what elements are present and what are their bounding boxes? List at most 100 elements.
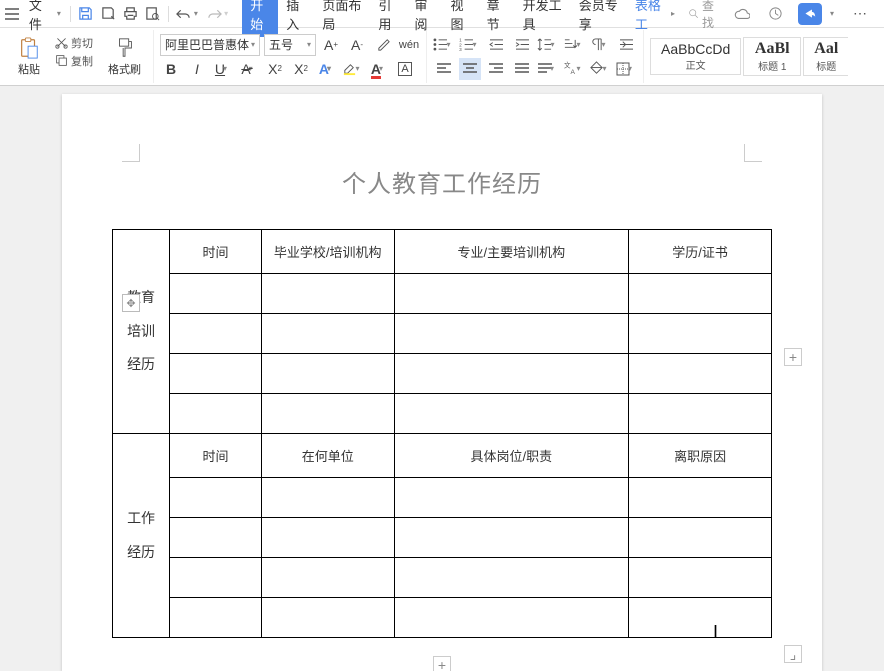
cell[interactable] (170, 518, 262, 558)
phonetic-guide-icon[interactable]: wén (398, 34, 420, 56)
cell[interactable] (629, 354, 772, 394)
align-center-icon[interactable] (459, 58, 481, 80)
cell[interactable] (394, 394, 629, 434)
cell[interactable] (261, 478, 394, 518)
redo-icon[interactable] (204, 2, 224, 26)
cell[interactable] (261, 558, 394, 598)
save-as-icon[interactable] (98, 2, 118, 26)
s2-header[interactable]: 离职原因 (629, 434, 772, 478)
paste-button[interactable]: 粘贴 (12, 35, 46, 79)
s1-header[interactable]: 专业/主要培训机构 (394, 230, 629, 274)
hamburger-icon[interactable] (4, 4, 21, 24)
table-resize-handle[interactable]: ⌟ (784, 645, 802, 663)
cell[interactable] (629, 518, 772, 558)
decrease-indent-icon[interactable] (485, 34, 507, 56)
cell[interactable] (629, 598, 772, 638)
add-row-button[interactable]: + (433, 656, 451, 671)
borders-icon[interactable]: ▾ (615, 58, 637, 80)
cell[interactable] (629, 394, 772, 434)
section1-vhead[interactable]: 教育 培训 经历 (113, 230, 170, 434)
cell[interactable] (394, 354, 629, 394)
numbering-icon[interactable]: 123▾ (459, 34, 481, 56)
cell[interactable] (261, 274, 394, 314)
tabs-icon[interactable] (615, 34, 637, 56)
cell[interactable] (394, 518, 629, 558)
cell[interactable] (394, 598, 629, 638)
save-icon[interactable] (76, 2, 96, 26)
more-icon[interactable]: ⋯ (848, 2, 872, 26)
align-right-icon[interactable] (485, 58, 507, 80)
add-column-button[interactable]: + (784, 348, 802, 366)
resume-table[interactable]: 教育 培训 经历 时间 毕业学校/培训机构 专业/主要培训机构 学历/证书 工作… (112, 229, 772, 638)
s2-header[interactable]: 时间 (170, 434, 262, 478)
font-color-icon[interactable]: A▾ (368, 58, 390, 80)
font-size-select[interactable]: 五号▾ (264, 34, 316, 56)
cut-button[interactable]: 剪切 (52, 35, 96, 51)
s1-header[interactable]: 毕业学校/培训机构 (261, 230, 394, 274)
print-icon[interactable] (120, 2, 140, 26)
character-border-icon[interactable]: A (394, 58, 416, 80)
line-spacing-icon[interactable]: ▾ (537, 34, 559, 56)
style-heading2[interactable]: Aal 标题 (803, 37, 848, 76)
redo-arrow-icon[interactable]: ▾ (224, 9, 232, 18)
section2-vhead[interactable]: 工作 经历 (113, 434, 170, 638)
cell[interactable] (170, 558, 262, 598)
cell[interactable] (170, 478, 262, 518)
shading-icon[interactable]: ▾ (589, 58, 611, 80)
print-preview-icon[interactable] (143, 2, 163, 26)
underline-icon[interactable]: U▾ (212, 58, 234, 80)
font-name-select[interactable]: 阿里巴巴普惠体▾ (160, 34, 260, 56)
superscript-icon[interactable]: X2 (264, 58, 286, 80)
bullets-icon[interactable]: ▾ (433, 34, 455, 56)
s2-header[interactable]: 在何单位 (261, 434, 394, 478)
highlight-icon[interactable]: ▾ (342, 58, 364, 80)
cell[interactable] (261, 354, 394, 394)
file-menu-arrow-icon[interactable]: ▾ (57, 9, 65, 18)
cell[interactable] (629, 314, 772, 354)
tabs-overflow-icon[interactable]: ▸ (671, 9, 679, 18)
document-title[interactable]: 个人教育工作经历 (92, 164, 792, 199)
cell[interactable] (261, 314, 394, 354)
search-input[interactable]: 查找 (683, 0, 728, 31)
s1-header[interactable]: 学历/证书 (629, 230, 772, 274)
align-left-icon[interactable] (433, 58, 455, 80)
increase-indent-icon[interactable] (511, 34, 533, 56)
history-icon[interactable] (764, 2, 788, 26)
share-button[interactable] (798, 3, 822, 25)
style-heading1[interactable]: AaBl 标题 1 (743, 37, 801, 76)
text-direction-icon[interactable]: 文A▾ (563, 58, 585, 80)
document-workspace[interactable]: 个人教育工作经历 ✥ 教育 培训 经历 时间 毕业学校/培训机构 专业/主要培训… (0, 86, 884, 671)
file-menu[interactable]: 文件 (23, 0, 57, 33)
subscript-icon[interactable]: X2 (290, 58, 312, 80)
sort-icon[interactable]: ▾ (563, 34, 585, 56)
strikethrough-icon[interactable]: A▾ (238, 58, 260, 80)
table-move-handle-icon[interactable]: ✥ (122, 294, 140, 312)
undo-icon[interactable] (174, 2, 194, 26)
style-normal[interactable]: AaBbCcDd 正文 (650, 38, 741, 75)
cell[interactable] (394, 314, 629, 354)
cell[interactable] (261, 394, 394, 434)
format-painter-button[interactable]: 格式刷 (102, 35, 147, 79)
cell[interactable] (629, 558, 772, 598)
cell[interactable] (261, 518, 394, 558)
copy-button[interactable]: 复制 (52, 53, 96, 69)
text-effects-icon[interactable]: A▾ (316, 58, 338, 80)
undo-arrow-icon[interactable]: ▾ (194, 9, 202, 18)
show-marks-icon[interactable]: ▾ (589, 34, 611, 56)
grow-font-icon[interactable]: A+ (320, 34, 342, 56)
cell[interactable] (170, 394, 262, 434)
bold-icon[interactable]: B (160, 58, 182, 80)
cloud-icon[interactable] (730, 2, 754, 26)
share-arrow-icon[interactable]: ▾ (830, 9, 838, 18)
cell[interactable] (629, 274, 772, 314)
shrink-font-icon[interactable]: A- (346, 34, 368, 56)
align-distribute-icon[interactable]: ▾ (537, 58, 559, 80)
italic-icon[interactable]: I (186, 58, 208, 80)
cell[interactable] (394, 478, 629, 518)
cell[interactable] (170, 274, 262, 314)
align-justify-icon[interactable] (511, 58, 533, 80)
cell[interactable] (170, 598, 262, 638)
s2-header[interactable]: 具体岗位/职责 (394, 434, 629, 478)
cell[interactable] (394, 558, 629, 598)
cell[interactable] (170, 354, 262, 394)
